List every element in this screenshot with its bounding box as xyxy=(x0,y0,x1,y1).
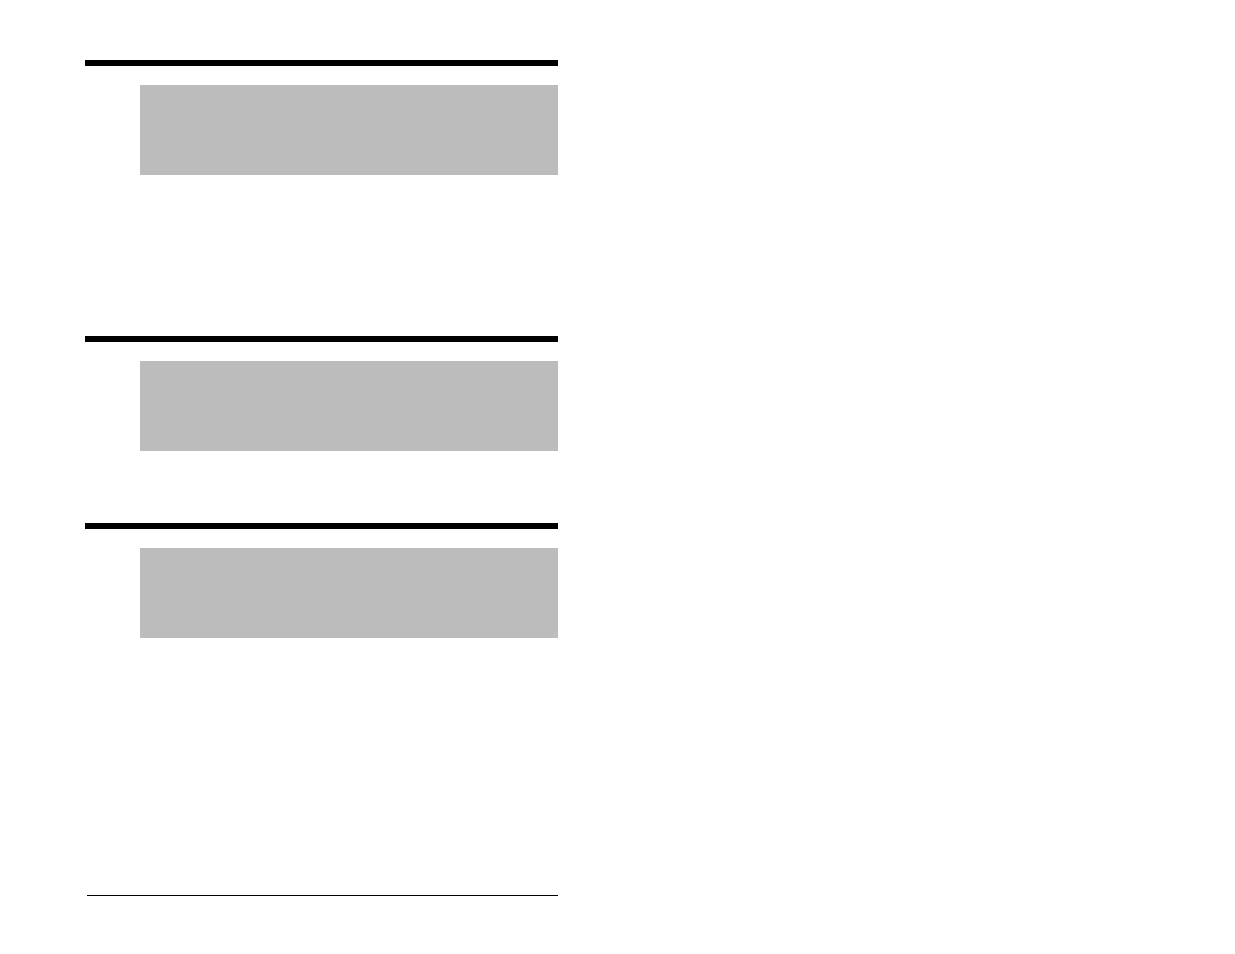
placeholder-box-1 xyxy=(140,85,558,175)
footer-divider xyxy=(87,895,558,896)
section-divider-2 xyxy=(85,336,558,342)
placeholder-box-2 xyxy=(140,361,558,451)
section-divider-1 xyxy=(85,60,558,66)
placeholder-box-3 xyxy=(140,548,558,638)
section-divider-3 xyxy=(85,523,558,529)
